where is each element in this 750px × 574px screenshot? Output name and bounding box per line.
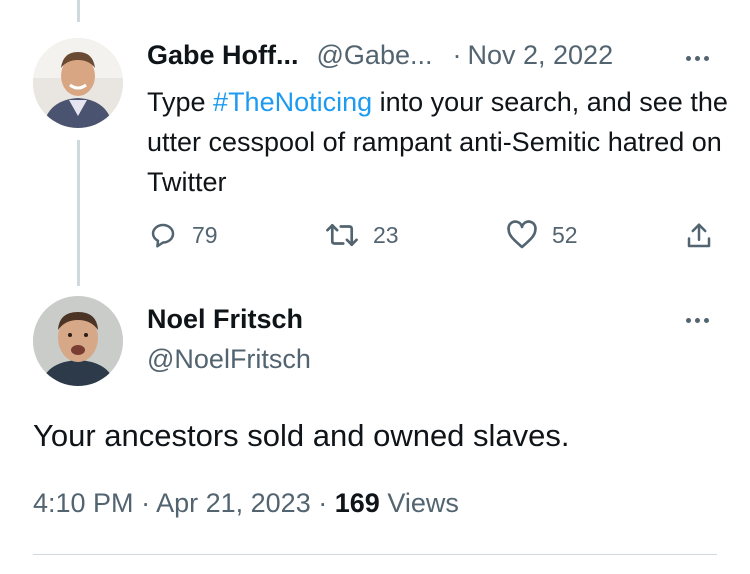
reply-icon <box>148 220 178 250</box>
display-name[interactable]: Noel Fritsch <box>147 304 303 335</box>
retweet-count: 23 <box>373 221 399 248</box>
retweet-icon <box>325 220 359 250</box>
tweet-meta: 4:10 PM · Apr 21, 2023 · 169 Views <box>33 488 459 519</box>
tweet-date[interactable]: Nov 2, 2022 <box>467 40 613 71</box>
share-icon <box>684 221 714 251</box>
reply-count: 79 <box>192 221 218 248</box>
avatar[interactable] <box>33 38 123 128</box>
share-button[interactable] <box>684 221 714 251</box>
handle[interactable]: @NoelFritsch <box>147 344 311 375</box>
like-count: 52 <box>552 221 578 248</box>
heart-icon <box>506 220 538 250</box>
thread-line <box>77 140 80 286</box>
more-icon[interactable] <box>686 56 709 61</box>
views-label: Views <box>387 488 459 518</box>
tweet-date[interactable]: Apr 21, 2023 <box>156 488 311 518</box>
handle[interactable]: @Gabe... <box>317 40 433 71</box>
tweet-text: Your ancestors sold and owned slaves. <box>33 418 570 453</box>
reply-button[interactable]: 79 <box>148 220 218 250</box>
more-icon[interactable] <box>686 318 709 323</box>
views-count: 169 <box>334 488 380 518</box>
display-name[interactable]: Gabe Hoff... <box>147 40 299 71</box>
tweet-time[interactable]: 4:10 PM <box>33 488 134 518</box>
separator: · <box>141 488 151 518</box>
tweet-header: Gabe Hoff... @Gabe... · Nov 2, 2022 <box>147 40 613 71</box>
tweet-text-start: Type <box>147 87 214 117</box>
separator: · <box>318 488 328 518</box>
avatar[interactable] <box>33 296 123 386</box>
tweet-text: Type #TheNoticing into your search, and … <box>147 82 737 202</box>
divider <box>33 554 717 555</box>
separator: · <box>452 40 462 70</box>
thread-line-top <box>77 0 80 22</box>
like-button[interactable]: 52 <box>506 220 578 250</box>
hashtag-link[interactable]: #TheNoticing <box>213 87 372 117</box>
retweet-button[interactable]: 23 <box>325 220 399 250</box>
